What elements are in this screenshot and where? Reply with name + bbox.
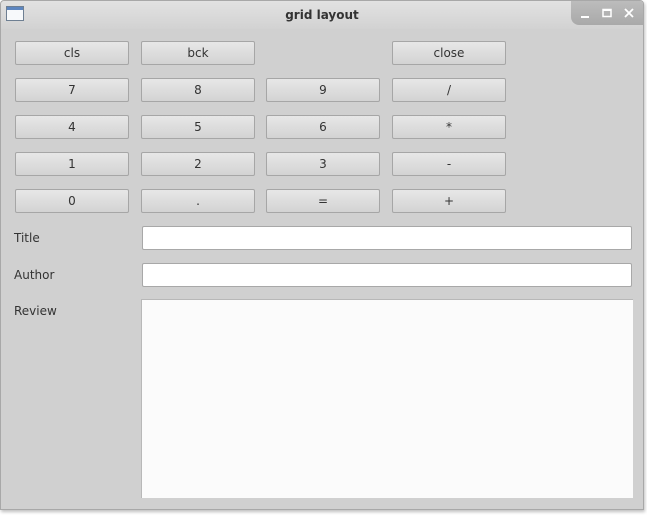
minimize-icon[interactable]	[578, 7, 592, 20]
equals-button[interactable]: =	[266, 189, 380, 213]
digit-7-button[interactable]: 7	[15, 78, 129, 102]
multiply-button[interactable]: *	[392, 115, 506, 139]
digit-9-button[interactable]: 9	[266, 78, 380, 102]
title-field[interactable]	[142, 226, 632, 250]
add-button[interactable]: +	[392, 189, 506, 213]
digit-5-button[interactable]: 5	[141, 115, 255, 139]
digit-2-button[interactable]: 2	[141, 152, 255, 176]
digit-3-button[interactable]: 3	[266, 152, 380, 176]
bck-button[interactable]: bck	[141, 41, 255, 65]
close-button[interactable]: close	[392, 41, 506, 65]
app-window: grid layout cls bck close 7 8 9 / 4 5 6 …	[0, 0, 644, 510]
decimal-point-button[interactable]: .	[141, 189, 255, 213]
review-textarea[interactable]	[141, 299, 633, 498]
window-title: grid layout	[285, 8, 359, 22]
review-label: Review	[14, 304, 57, 318]
divide-button[interactable]: /	[392, 78, 506, 102]
digit-8-button[interactable]: 8	[141, 78, 255, 102]
maximize-icon[interactable]	[600, 7, 614, 20]
author-label: Author	[14, 268, 55, 282]
digit-1-button[interactable]: 1	[15, 152, 129, 176]
subtract-button[interactable]: -	[392, 152, 506, 176]
digit-6-button[interactable]: 6	[266, 115, 380, 139]
window-controls	[571, 1, 643, 25]
title-bar[interactable]: grid layout	[1, 1, 643, 29]
author-field[interactable]	[142, 263, 632, 287]
digit-4-button[interactable]: 4	[15, 115, 129, 139]
title-label: Title	[14, 231, 40, 245]
close-icon[interactable]	[622, 7, 636, 20]
cls-button[interactable]: cls	[15, 41, 129, 65]
digit-0-button[interactable]: 0	[15, 189, 129, 213]
